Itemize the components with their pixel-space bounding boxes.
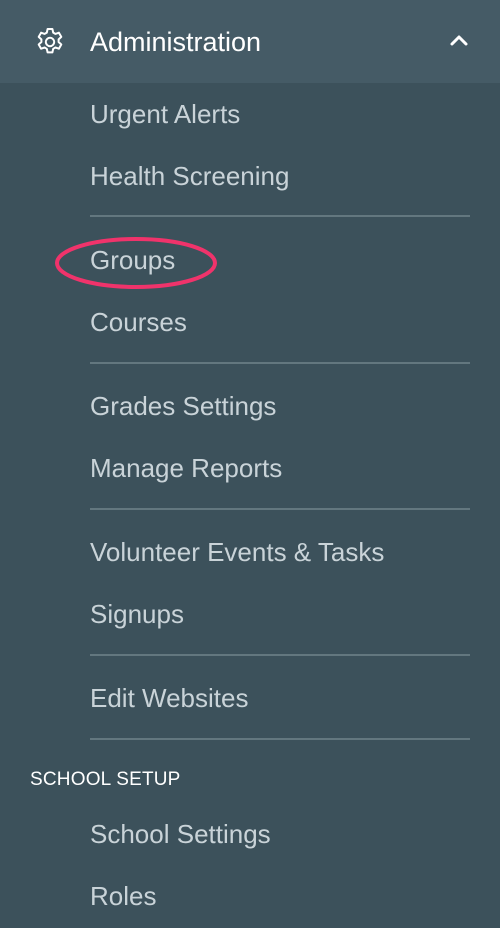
menu-item-edit-websites[interactable]: Edit Websites xyxy=(90,681,248,715)
chevron-up-icon[interactable] xyxy=(449,33,469,47)
menu-item-groups[interactable]: Groups xyxy=(90,243,175,277)
menu-divider xyxy=(90,654,470,656)
menu-item-signups[interactable]: Signups xyxy=(90,597,184,631)
administration-title: Administration xyxy=(90,27,262,57)
gear-icon xyxy=(37,28,63,54)
menu-item-urgent-alerts[interactable]: Urgent Alerts xyxy=(90,97,240,131)
menu-item-grades-settings[interactable]: Grades Settings xyxy=(90,389,276,423)
menu-item-volunteer-events[interactable]: Volunteer Events & Tasks xyxy=(90,535,384,569)
menu-divider xyxy=(90,215,470,217)
menu-divider xyxy=(90,362,470,364)
menu-item-roles[interactable]: Roles xyxy=(90,879,156,913)
administration-header[interactable]: Administration xyxy=(0,0,500,83)
school-setup-heading: SCHOOL SETUP xyxy=(30,769,181,790)
menu-item-school-settings[interactable]: School Settings xyxy=(90,817,271,851)
menu-item-health-screening[interactable]: Health Screening xyxy=(90,159,289,193)
menu-item-courses[interactable]: Courses xyxy=(90,305,187,339)
menu-divider xyxy=(90,508,470,510)
menu-item-manage-reports[interactable]: Manage Reports xyxy=(90,451,282,485)
menu-divider xyxy=(90,738,470,740)
